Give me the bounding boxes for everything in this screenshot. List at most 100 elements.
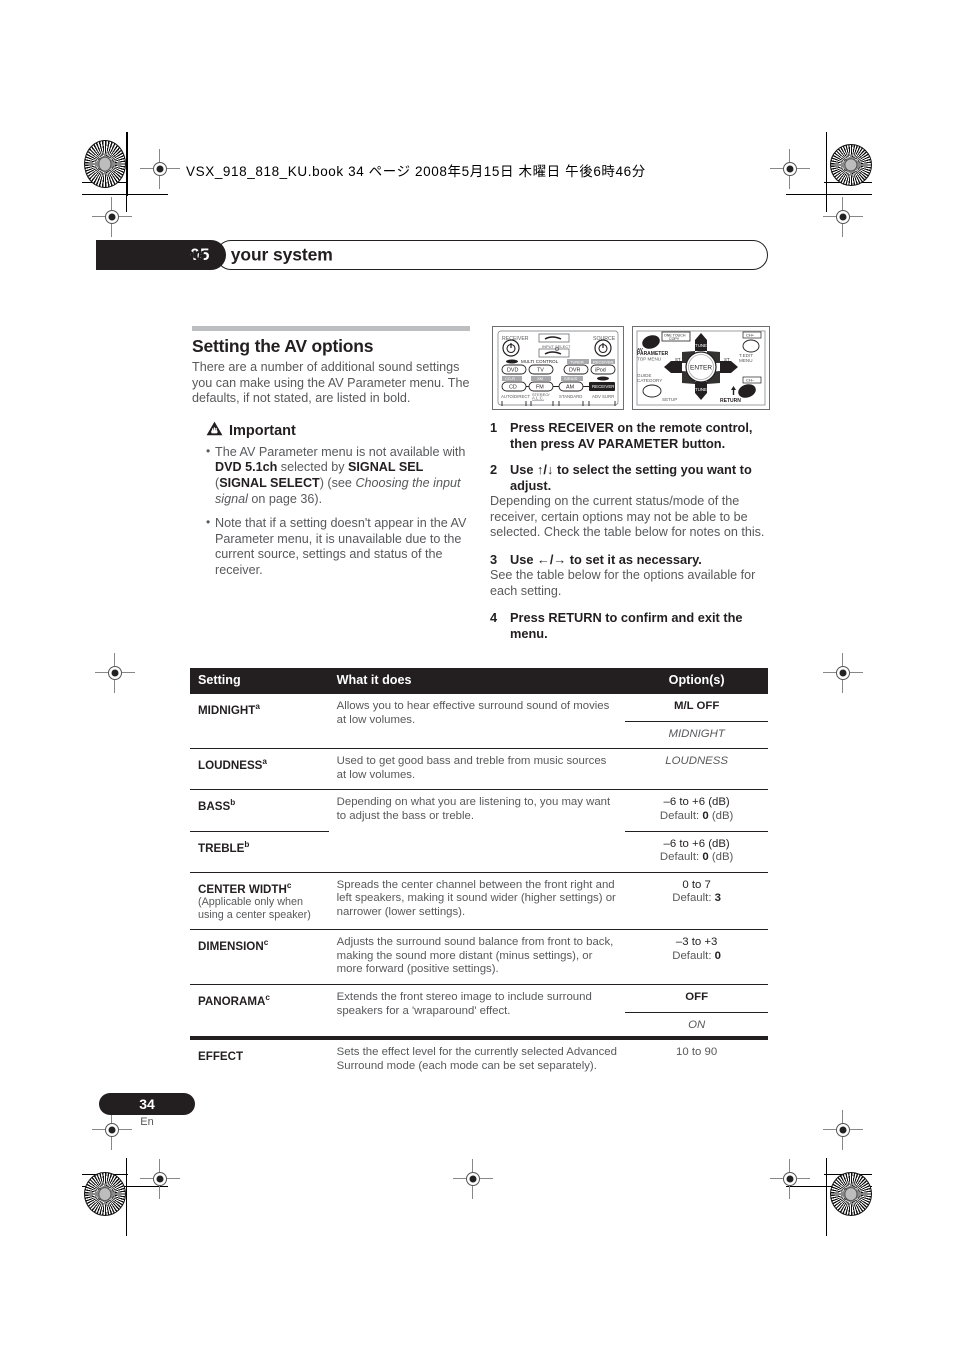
- table-header: Setting What it does Option(s): [190, 668, 768, 694]
- remote-control-illustrations: RECEIVER SOURCE INPUT SELECT MULTI CONTR…: [492, 326, 770, 410]
- row-setting-panorama: PANORAMAc: [190, 983, 329, 1040]
- registration-target-bottom-left-2: [140, 1159, 180, 1199]
- row-setting-bass: BASSb: [190, 789, 329, 832]
- step-3: 3 Use ←/→ to set it as necessary. See th…: [490, 552, 770, 600]
- updown-arrow-icon: ↑/↓: [537, 462, 554, 477]
- svg-text:CATEGORY: CATEGORY: [637, 378, 662, 383]
- table-bottom-rule: [190, 1036, 768, 1040]
- table-row: DIMENSIONc Adjusts the surround sound ba…: [190, 929, 768, 985]
- registration-target-mid-left: [95, 653, 135, 693]
- svg-text:CD: CD: [509, 385, 517, 391]
- important-label: Important: [229, 422, 296, 439]
- svg-text:INPUT SELECT: INPUT SELECT: [542, 344, 571, 349]
- row-description-panorama: Extends the front stereo image to includ…: [328, 983, 626, 1040]
- row-description-center-width: Spreads the center channel between the f…: [328, 871, 626, 930]
- crop-mark-top-right-horizontal: [786, 194, 872, 196]
- section-divider-rule: [192, 326, 470, 331]
- svg-text:ADV SURR: ADV SURR: [592, 394, 614, 399]
- svg-text:DVD: DVD: [507, 368, 518, 374]
- svg-text:MULTI CONTROL: MULTI CONTROL: [521, 359, 559, 364]
- registration-target-bottom-center: [453, 1159, 493, 1199]
- svg-text:ENTER: ENTER: [690, 365, 712, 372]
- row-setting-loudness: LOUDNESSa: [190, 748, 329, 790]
- list-item: Note that if a setting doesn't appear in…: [206, 515, 474, 578]
- leftright-arrow-icon: ←/→: [537, 551, 567, 567]
- svg-text:ST: ST: [724, 357, 730, 362]
- left-column: Setting the AV options There are a numbe…: [192, 326, 474, 588]
- step-instruction: Use ←/→ to set it as necessary.: [510, 551, 702, 567]
- chapter-banner: 05 Listening to your system: [96, 240, 768, 270]
- step-number: 2: [490, 462, 498, 477]
- registration-target-top-right-2: [823, 197, 863, 237]
- page-number: 34: [139, 1096, 155, 1112]
- svg-text:CD-R: CD-R: [505, 376, 515, 381]
- table-row: BASSb Depending on what you are listenin…: [190, 789, 768, 873]
- crop-mark-top-left-vertical-2: [127, 132, 129, 196]
- svg-text:AUTO/DIRECT: AUTO/DIRECT: [501, 394, 530, 399]
- registration-target-top-left-2: [92, 197, 132, 237]
- crop-mark-top-left-horizontal: [82, 194, 168, 196]
- section-intro-text: There are a number of additional sound s…: [192, 360, 470, 406]
- step-4: 4 Press RETURN to confirm and exit the m…: [490, 610, 770, 641]
- svg-text:RECEIVER: RECEIVER: [592, 384, 614, 389]
- row-options-dimension: –3 to +3 Default: 0: [625, 929, 768, 985]
- registration-target-top-left: [140, 149, 180, 189]
- row-description-bass-treble: Depending on what you are listening to, …: [328, 789, 626, 873]
- row-setting-dimension: DIMENSIONc: [190, 929, 329, 985]
- svg-text:FM: FM: [536, 385, 544, 391]
- table-row: MIDNIGHTa Allows you to hear effective s…: [190, 692, 768, 749]
- crop-mark-top-right-vertical: [826, 132, 828, 212]
- step-2: 2 Use ↑/↓ to select the setting you want…: [490, 462, 770, 541]
- svg-text:STANDARD: STANDARD: [559, 394, 582, 399]
- row-default-dimension: Default: 0: [672, 949, 722, 962]
- row-setting-effect: EFFECT: [190, 1039, 329, 1081]
- svg-text:TUNER: TUNER: [570, 359, 584, 364]
- table-header-row: Setting What it does Option(s): [190, 668, 768, 694]
- svg-text:TUNE: TUNE: [695, 343, 707, 348]
- important-heading: Important: [206, 421, 474, 441]
- table-row: CENTER WIDTHc (Applicable only when using…: [190, 871, 768, 930]
- step-instruction: Use ↑/↓ to select the setting you want t…: [510, 462, 752, 493]
- section-title: Setting the AV options: [192, 336, 374, 356]
- row-options-bass: –6 to +6 (dB) Default: 0 (dB): [625, 789, 768, 832]
- page-number-pill: 34: [99, 1093, 195, 1115]
- registration-target-bottom-right: [823, 1110, 863, 1150]
- registration-target-mid-right: [823, 653, 863, 693]
- row-options-effect: 10 to 90: [625, 1039, 768, 1081]
- registration-rosette-top-right: [830, 144, 872, 186]
- step-number: 3: [490, 551, 498, 567]
- row-description-loudness: Used to get good bass and treble from mu…: [328, 748, 626, 790]
- table-body: MIDNIGHTa Allows you to hear effective s…: [190, 692, 768, 1081]
- svg-text:TV: TV: [537, 368, 544, 374]
- table-row: EFFECT Sets the effect level for the cur…: [190, 1039, 768, 1081]
- svg-text:TOP MENU: TOP MENU: [637, 357, 661, 362]
- svg-text:A.L.C.: A.L.C.: [532, 396, 544, 401]
- svg-text:CH–: CH–: [746, 378, 755, 383]
- table-row: PANORAMAc Extends the front stereo image…: [190, 983, 768, 1040]
- crop-mark-bottom-left-vertical: [126, 1158, 128, 1236]
- crop-mark-bottom-right-vertical: [826, 1158, 828, 1236]
- row-setting-treble: TREBLEb: [190, 830, 329, 873]
- list-item: The AV Parameter menu is not available w…: [206, 444, 474, 507]
- svg-text:RETURN: RETURN: [720, 398, 741, 404]
- svg-text:iPod: iPod: [595, 368, 606, 374]
- important-bullet-list: The AV Parameter menu is not available w…: [192, 444, 474, 579]
- step-number: 4: [490, 610, 498, 626]
- svg-text:ST: ST: [675, 357, 681, 362]
- row-options-treble: –6 to +6 (dB) Default: 0 (dB): [625, 830, 768, 873]
- svg-text:CH+: CH+: [746, 333, 755, 338]
- row-default-bass: Default: 0 (dB): [659, 809, 734, 822]
- step-detail: Depending on the current status/mode of …: [490, 494, 765, 540]
- column-header-what-it-does: What it does: [328, 668, 626, 694]
- book-file-header: VSX_918_818_KU.book 34 ページ 2008年5月15日 木曜…: [186, 164, 646, 179]
- remote-illustration-buttons: RECEIVER SOURCE INPUT SELECT MULTI CONTR…: [492, 326, 624, 410]
- step-instruction: Press RETURN to confirm and exit the men…: [510, 610, 743, 641]
- row-options-midnight-secondary: MIDNIGHT: [625, 720, 768, 749]
- registration-rosette-bottom-right: [830, 1172, 872, 1216]
- row-setting-center-width: CENTER WIDTHc (Applicable only when using…: [190, 871, 329, 930]
- step-detail: See the table below for the options avai…: [490, 568, 756, 598]
- step-number: 1: [490, 420, 498, 435]
- page-language: En: [140, 1116, 154, 1128]
- row-description-effect: Sets the effect level for the currently …: [328, 1039, 626, 1081]
- step-1: 1 Press RECEIVER on the remote control, …: [490, 420, 770, 451]
